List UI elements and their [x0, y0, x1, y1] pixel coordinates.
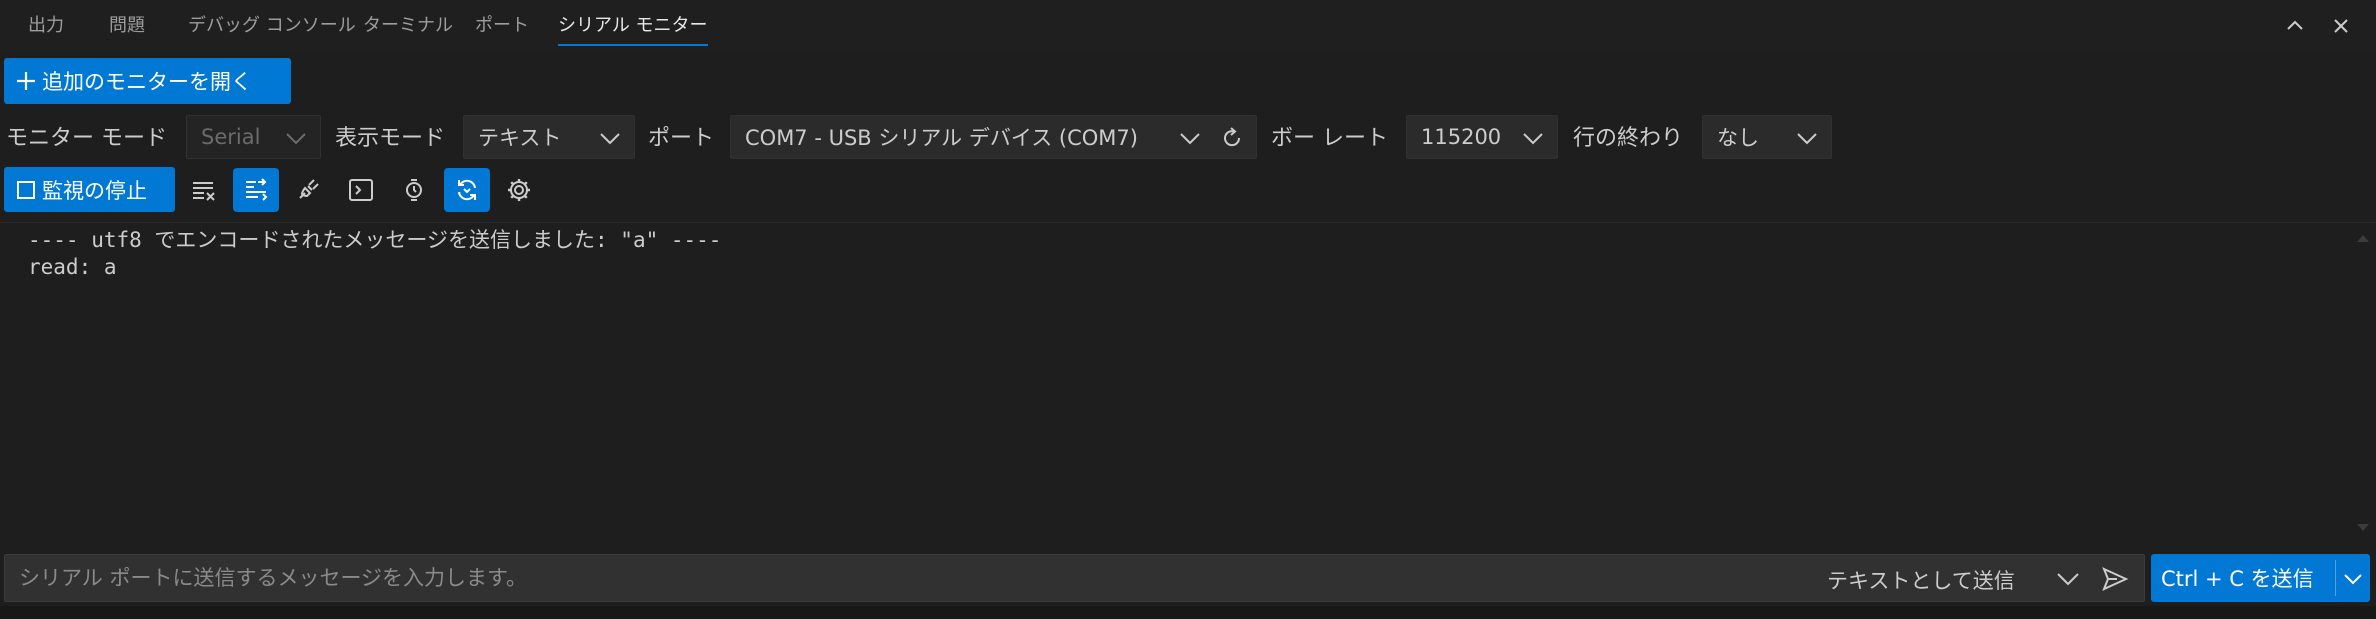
stop-square-icon [17, 180, 35, 199]
monitor-mode-label: モニター モード [6, 126, 167, 151]
stop-monitoring-button[interactable]: 監視の停止 [4, 167, 175, 212]
terminal-icon [349, 179, 373, 201]
tab-debug-console[interactable]: デバッグ コンソール [188, 12, 356, 46]
toggle-word-wrap-button[interactable] [233, 168, 279, 212]
output-line: read: a [28, 255, 117, 279]
split-divider [2335, 560, 2336, 596]
open-additional-monitor-button[interactable]: 追加のモニターを開く [4, 58, 291, 104]
scroll-up-arrow-icon[interactable] [2356, 233, 2370, 243]
tab-ports[interactable]: ポート [475, 12, 529, 46]
status-bar [0, 606, 2376, 619]
message-input[interactable] [5, 555, 1805, 601]
close-icon [2334, 19, 2348, 33]
gear-icon [508, 179, 530, 201]
chevron-down-icon [1797, 133, 1817, 145]
maximize-panel-button[interactable] [2279, 10, 2311, 42]
tab-problems[interactable]: 問題 [109, 12, 145, 46]
plus-icon [17, 72, 35, 90]
baud-rate-value: 115200 [1421, 125, 1502, 149]
line-ending-label: 行の終わり [1573, 126, 1684, 151]
chevron-down-icon[interactable] [2055, 567, 2081, 591]
sync-icon [458, 179, 476, 201]
send-ctrl-c-button[interactable]: Ctrl + C を送信 [2151, 554, 2370, 602]
output-line: ---- utf8 でエンコードされたメッセージを送信しました: "a" ---… [28, 228, 722, 252]
toggle-autoscroll-button[interactable] [444, 168, 490, 212]
refresh-icon[interactable] [1220, 126, 1244, 150]
tab-terminal[interactable]: ターミナル [363, 12, 453, 46]
tab-serial-monitor[interactable]: シリアル モニター [558, 12, 708, 46]
chevron-down-icon[interactable] [2342, 568, 2364, 590]
chevron-down-icon [600, 133, 620, 145]
chevron-down-icon [1180, 133, 1200, 145]
baud-rate-select[interactable]: 115200 [1406, 115, 1558, 159]
word-wrap-icon [246, 178, 268, 201]
monitor-mode-select[interactable]: Serial [186, 115, 321, 159]
send-icon[interactable] [2101, 566, 2129, 592]
monitor-settings-button[interactable] [496, 168, 542, 212]
send-ctrl-c-label: Ctrl + C を送信 [2161, 567, 2314, 591]
display-mode-label: 表示モード [335, 126, 446, 151]
close-panel-button[interactable] [2325, 10, 2357, 42]
clear-all-icon [193, 182, 215, 201]
display-mode-value: テキスト [478, 126, 562, 150]
baud-rate-label: ボー レート [1271, 126, 1388, 151]
chevron-down-icon [286, 133, 306, 145]
send-mode-label[interactable]: テキストとして送信 [1827, 565, 2015, 595]
display-mode-select[interactable]: テキスト [463, 115, 635, 159]
watch-icon [406, 179, 422, 201]
message-input-bar: テキストとして送信 [4, 554, 2145, 602]
port-label: ポート [648, 126, 715, 151]
stop-monitoring-label: 監視の停止 [42, 178, 147, 203]
line-ending-value: なし [1717, 126, 1759, 150]
line-ending-select[interactable]: なし [1702, 115, 1832, 159]
clear-output-button[interactable] [181, 168, 227, 212]
scroll-down-arrow-icon[interactable] [2356, 523, 2370, 533]
chevron-down-icon [1523, 133, 1543, 145]
panel-tab-bar: 出力 問題 デバッグ コンソール ターミナル ポート シリアル モニター [0, 0, 2376, 51]
tab-output[interactable]: 出力 [28, 12, 64, 46]
open-terminal-button[interactable] [338, 168, 384, 212]
open-monitor-label: 追加のモニターを開く [42, 70, 252, 94]
chevron-up-icon [2287, 20, 2303, 30]
port-value: COM7 - USB シリアル デバイス (COM7) [745, 126, 1138, 150]
plug-icon [299, 179, 319, 199]
toggle-connection-button[interactable] [285, 168, 331, 212]
monitor-mode-value: Serial [201, 125, 261, 149]
toggle-timestamp-button[interactable] [391, 168, 437, 212]
port-select[interactable]: COM7 - USB シリアル デバイス (COM7) [730, 115, 1257, 159]
serial-output-area[interactable]: ---- utf8 でエンコードされたメッセージを送信しました: "a" ---… [0, 222, 2376, 544]
